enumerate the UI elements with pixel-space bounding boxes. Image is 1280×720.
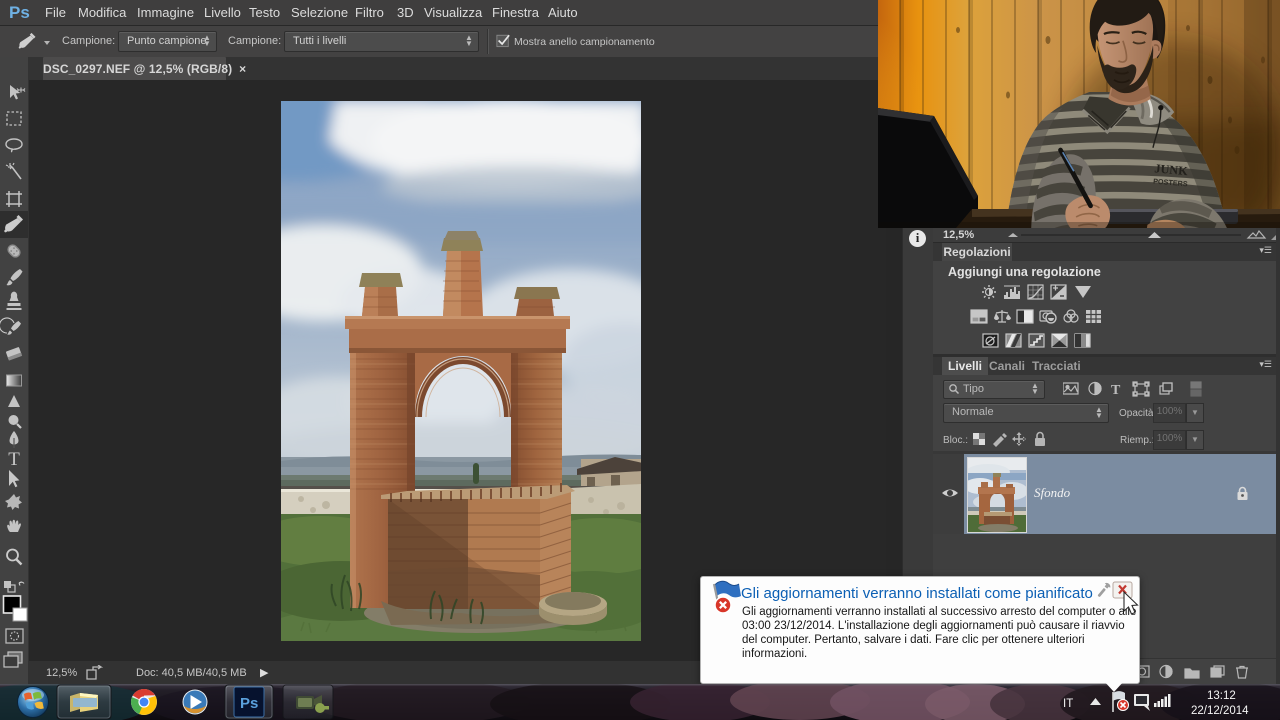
svg-text:T: T bbox=[1111, 383, 1121, 398]
svg-text:T: T bbox=[8, 449, 20, 470]
svg-text:13:12: 13:12 bbox=[1207, 690, 1236, 702]
svg-text:Ps: Ps bbox=[240, 695, 258, 712]
svg-text:22/12/2014: 22/12/2014 bbox=[1191, 705, 1249, 717]
svg-text:JUNK: JUNK bbox=[1154, 161, 1189, 178]
svg-text:IT: IT bbox=[1063, 698, 1073, 710]
